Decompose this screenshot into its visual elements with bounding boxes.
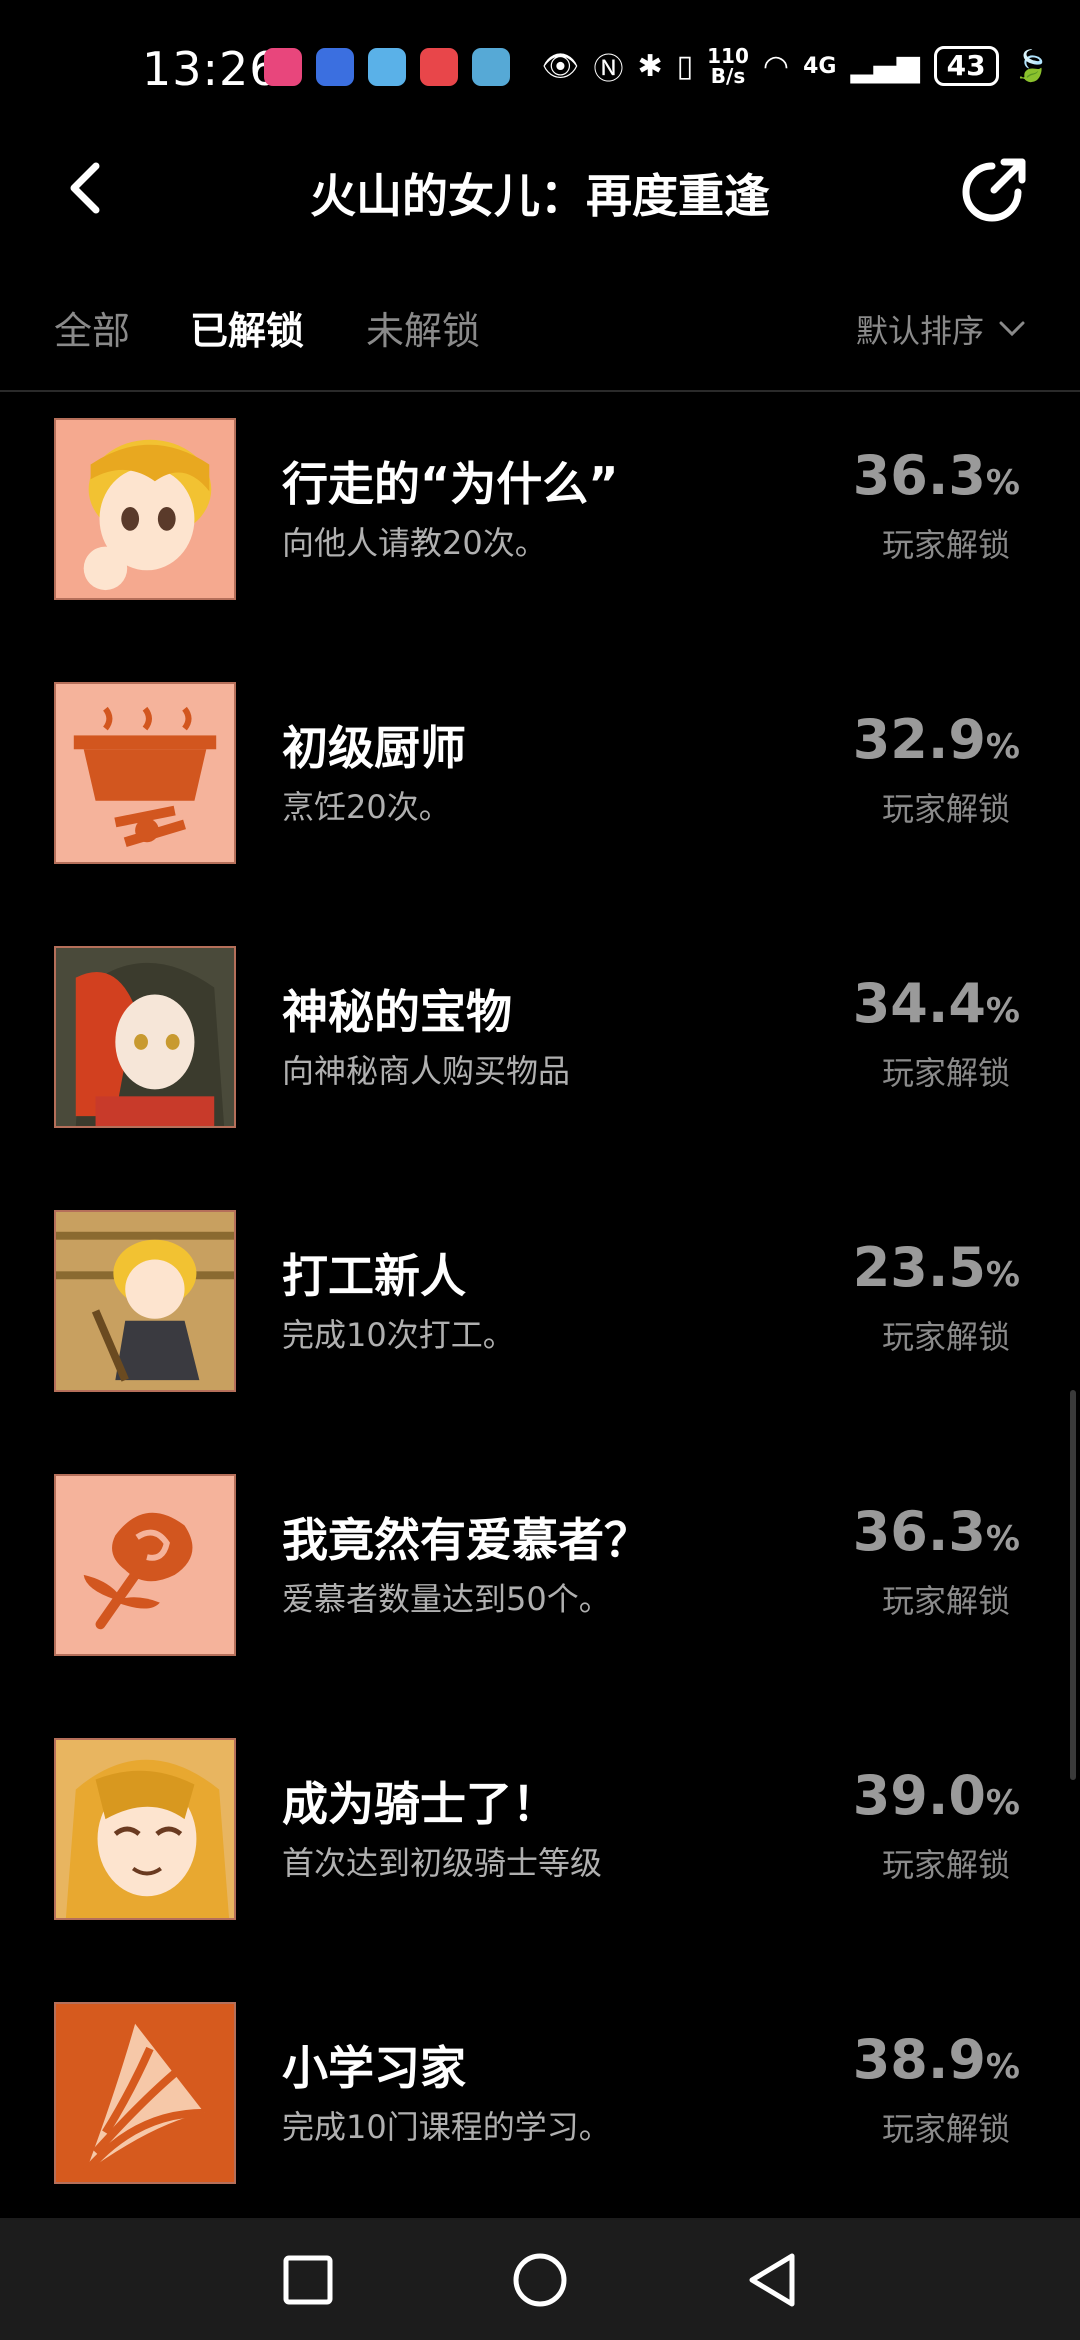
browser-icon [368, 48, 406, 86]
share-icon[interactable] [958, 152, 1032, 226]
tab-locked[interactable]: 未解锁 [366, 300, 480, 355]
achievement-title: 我竟然有爱慕者？ [282, 1513, 650, 1567]
unlock-percentage: 38.9% [852, 2028, 1020, 2091]
network-speed: 110 B/s [707, 44, 749, 88]
achievement-description: 向神秘商人购买物品 [282, 1052, 571, 1090]
achievement-title: 神秘的宝物 [282, 985, 512, 1039]
achievement-description: 首次达到初级骑士等级 [282, 1844, 603, 1882]
status-bar: 13:26 👁 Ⓝ ✱ ▯ 110 B/s ◠ 4G ▂▄▆ 43 🍃 [0, 0, 1080, 130]
achievement-description: 完成10次打工。 [282, 1316, 515, 1354]
sort-dropdown[interactable]: 默认排序 [856, 306, 1026, 352]
leaf-icon: 🍃 [1012, 48, 1050, 84]
tab-all[interactable]: 全部 [54, 300, 130, 355]
status-time: 13:26 [142, 42, 280, 96]
unlock-label: 玩家解锁 [881, 1318, 1010, 1356]
system-nav-bar [0, 2218, 1080, 2340]
list-item[interactable]: 打工新人 完成10次打工。 23.5% 玩家解锁 [0, 1186, 1080, 1450]
unlock-percentage: 34.4% [852, 972, 1020, 1035]
smiling-knight-icon [54, 1738, 236, 1920]
achievement-title: 成为骑士了！ [282, 1777, 558, 1831]
list-item[interactable]: 初级厨师 烹饪20次。 32.9% 玩家解锁 [0, 658, 1080, 922]
system-icons: 👁 Ⓝ ✱ ▯ 110 B/s ◠ 4G ▂▄▆ 43 🍃 [541, 44, 1050, 88]
baidu-icon [316, 48, 354, 86]
unlock-label: 玩家解锁 [881, 790, 1010, 828]
recents-square-icon[interactable] [276, 2248, 340, 2312]
unlock-label: 玩家解锁 [881, 1054, 1010, 1092]
unlock-percentage: 23.5% [852, 1236, 1020, 1299]
filter-tabs: 全部 已解锁 未解锁 默认排序 [0, 290, 1080, 392]
network-type: 4G [803, 53, 837, 79]
achievement-title: 小学习家 [282, 2041, 466, 2095]
achievement-description: 向他人请教20次。 [282, 524, 547, 562]
app-header: 火山的女儿：再度重逢 [0, 130, 1080, 250]
home-circle-icon[interactable] [508, 2248, 572, 2312]
sort-label: 默认排序 [855, 312, 984, 350]
unlock-percentage: 32.9% [852, 708, 1020, 771]
back-triangle-icon[interactable] [740, 2248, 804, 2312]
wifi-icon: ◠ [762, 48, 790, 84]
list-item[interactable]: 我竟然有爱慕者？ 爱慕者数量达到50个。 36.3% 玩家解锁 [0, 1450, 1080, 1714]
reader-icon [420, 48, 458, 86]
tab-unlocked[interactable]: 已解锁 [190, 300, 304, 355]
book-pages-icon [54, 2002, 236, 2184]
signal-icon: ▂▄▆ [850, 48, 920, 84]
list-item[interactable]: 小学习家 完成10门课程的学习。 38.9% 玩家解锁 [0, 1978, 1080, 2242]
rose-icon [54, 1474, 236, 1656]
achievement-description: 烹饪20次。 [282, 788, 451, 826]
unlock-label: 玩家解锁 [881, 1846, 1010, 1884]
unlock-percentage: 39.0% [852, 1764, 1020, 1827]
achievement-description: 完成10门课程的学习。 [282, 2108, 611, 2146]
list-item[interactable]: 成为骑士了！ 首次达到初级骑士等级 39.0% 玩家解锁 [0, 1714, 1080, 1978]
achievement-title: 打工新人 [282, 1249, 466, 1303]
unlock-percentage: 36.3% [852, 1500, 1020, 1563]
list-item[interactable]: 神秘的宝物 向神秘商人购买物品 34.4% 玩家解锁 [0, 922, 1080, 1186]
eye-icon: 👁 [541, 48, 580, 84]
chevron-down-icon [999, 321, 1025, 337]
cooking-pot-icon [54, 682, 236, 864]
curious-girl-icon [54, 418, 236, 600]
vibrate-icon: ▯ [676, 48, 694, 84]
battery-indicator: 43 [933, 46, 999, 86]
scrollbar[interactable] [1070, 1390, 1076, 1780]
bluetooth-icon: ✱ [637, 48, 663, 84]
unlock-label: 玩家解锁 [881, 1582, 1010, 1620]
list-item[interactable]: 行走的“为什么” 向他人请教20次。 36.3% 玩家解锁 [0, 394, 1080, 658]
unlock-label: 玩家解锁 [881, 526, 1010, 564]
achievement-description: 爱慕者数量达到50个。 [282, 1580, 611, 1618]
page-title: 火山的女儿：再度重逢 [310, 169, 770, 223]
weather-icon [472, 48, 510, 86]
notification-icons [264, 48, 510, 86]
unlock-label: 玩家解锁 [881, 2110, 1010, 2148]
unlock-percentage: 36.3% [852, 444, 1020, 507]
nfc-icon: Ⓝ [593, 52, 624, 87]
hooded-merchant-icon [54, 946, 236, 1128]
achievement-title: 初级厨师 [282, 721, 466, 775]
achievement-title: 行走的“为什么” [282, 457, 619, 511]
bilibili-icon [264, 48, 302, 86]
maid-sweeping-icon [54, 1210, 236, 1392]
